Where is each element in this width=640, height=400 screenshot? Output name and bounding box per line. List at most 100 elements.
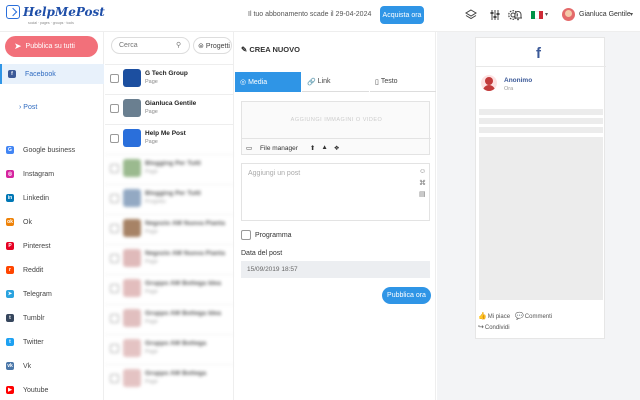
template-icon[interactable]: ▤ [419, 190, 426, 198]
sidebar-item-instagram[interactable]: ◎ Instagram [0, 164, 104, 184]
facebook-icon: f [536, 45, 541, 62]
publish-now-button[interactable]: Pubblica ora [382, 287, 431, 304]
page-checkbox[interactable] [110, 74, 119, 83]
tumblr-icon: t [6, 314, 14, 322]
page-type: Page [145, 229, 158, 235]
italy-flag-icon[interactable] [531, 11, 543, 19]
ok-icon: ok [6, 218, 14, 226]
page-list-item[interactable]: Gruppo AM Bottega Page [105, 364, 234, 392]
page-checkbox[interactable] [110, 104, 119, 113]
media-drop-text: AGGIUNGI IMMAGINI O VIDEO [290, 117, 383, 123]
publish-all-button[interactable]: ➤ Pubblica su tutti [5, 36, 98, 57]
comment-label: Commenti [524, 314, 553, 320]
sidebar-item-label: Google business [23, 146, 76, 154]
buy-now-button[interactable]: Acquista ora [380, 6, 424, 24]
sidebar-item-label: Telegram [23, 290, 52, 298]
schedule-label: Programma [255, 232, 292, 239]
page-name: Gianluca Gentile [145, 100, 197, 107]
sidebar-subitem-post[interactable]: › Post [19, 104, 37, 111]
preview-text-line [479, 109, 603, 115]
page-thumbnail [123, 249, 141, 267]
page-checkbox[interactable] [110, 134, 119, 143]
page-checkbox[interactable] [110, 374, 119, 383]
tab-testo[interactable]: ▯ Testo [370, 72, 436, 92]
user-name[interactable]: Gianluca Gentile [579, 11, 631, 18]
user-avatar[interactable] [562, 8, 575, 21]
page-list-item[interactable]: G Tech Group Page [105, 64, 234, 92]
preview-image-placeholder [479, 137, 603, 300]
user-chevron-down-icon[interactable]: ▾ [630, 11, 633, 18]
page-name: Gruppo AM Bottega [145, 370, 207, 377]
sidebar-item-ok[interactable]: ok Ok [0, 212, 104, 232]
sidebar-item-pinterest[interactable]: P Pinterest [0, 236, 104, 256]
sidebar-item-facebook[interactable]: f Facebook [0, 64, 104, 84]
date-field[interactable] [241, 261, 430, 278]
media-upload-box[interactable]: AGGIUNGI IMMAGINI O VIDEO ▭ File manager… [241, 101, 431, 155]
page-thumbnail [123, 69, 141, 87]
page-list-item[interactable]: Negozio AM Nuova Pianta Page [105, 244, 234, 272]
preview-time: Ora [504, 86, 514, 92]
page-list-item[interactable]: Help Me Post Page [105, 124, 234, 152]
page-checkbox[interactable] [110, 344, 119, 353]
page-thumbnail [123, 129, 141, 147]
page-type: Page [145, 289, 158, 295]
upload-icon[interactable]: ⬆ [310, 144, 315, 152]
page-checkbox[interactable] [110, 164, 119, 173]
language-chevron-down-icon[interactable]: ▾ [545, 11, 548, 18]
logo[interactable]: HelpMePost social · pages · groups · too… [6, 5, 105, 25]
sidebar-item-label: Reddit [23, 266, 44, 274]
tab-testo-label: Testo [380, 78, 398, 85]
dropbox-icon[interactable]: ❖ [334, 144, 340, 152]
sidebar-item-telegram[interactable]: ➤ Telegram [0, 284, 104, 304]
page-list-item[interactable]: Gruppo AM Bottega Idea Page [105, 274, 234, 302]
preview-avatar [481, 75, 497, 91]
schedule-checkbox[interactable] [241, 230, 251, 240]
page-list-item[interactable]: Negozio AM Nuova Pianta Page [105, 214, 234, 242]
hashtag-icon[interactable]: ⌘ [419, 179, 426, 187]
laptop-icon: ▭ [246, 144, 253, 152]
tab-media[interactable]: ◎ Media [235, 72, 301, 92]
bell-icon[interactable] [512, 9, 524, 21]
sidebar-item-youtube[interactable]: ▶ Youtube [0, 380, 104, 400]
preview-author: Anonimo [504, 77, 533, 84]
post-text-area[interactable]: Aggiungi un post ☺ ⌘ ▤ [241, 163, 430, 221]
sidebar-item-label: Twitter [23, 338, 44, 346]
sidebar-item-vk[interactable]: vk Vk [0, 356, 104, 376]
sidebar-item-linkedin[interactable]: in Linkedin [0, 188, 104, 208]
vk-icon: vk [6, 362, 14, 370]
like-label: Mi piace [487, 314, 511, 320]
sidebar-item-google-business[interactable]: G Google business [0, 140, 104, 160]
page-list-item[interactable]: Gianluca Gentile Page [105, 94, 234, 122]
projects-button[interactable]: ⊜ Progetti [193, 37, 232, 54]
layers-icon[interactable] [465, 9, 477, 21]
page-checkbox[interactable] [110, 194, 119, 203]
send-icon: ➤ [14, 41, 22, 51]
page-checkbox[interactable] [110, 224, 119, 233]
search-icon[interactable]: ⚲ [176, 41, 181, 49]
like-icon: 👍 [478, 313, 487, 320]
tab-link[interactable]: 🔗 Link [302, 72, 369, 92]
file-manager-button[interactable]: ▭ File manager [246, 144, 304, 152]
page-list-item[interactable]: Blogging Per Tutti Page [105, 154, 234, 182]
google-drive-icon[interactable]: ▲ [321, 144, 327, 151]
page-checkbox[interactable] [110, 314, 119, 323]
sidebar-item-reddit[interactable]: r Reddit [0, 260, 104, 280]
page-name: Blogging Per Tutti [145, 190, 201, 197]
page-name: Gruppo AM Bottega Idea [145, 280, 221, 287]
camera-icon: ◎ [240, 79, 247, 86]
page-thumbnail [123, 189, 141, 207]
emoji-icon[interactable]: ☺ [419, 168, 426, 175]
page-checkbox[interactable] [110, 254, 119, 263]
tab-media-label: Media [248, 78, 268, 86]
page-list-item[interactable]: Blogging Per Tutti Progetto [105, 184, 234, 212]
page-type: Progetto [145, 199, 166, 205]
page-list-item[interactable]: Gruppo AM Bottega Idea Page [105, 304, 234, 332]
sidebar-item-twitter[interactable]: t Twitter [0, 332, 104, 352]
subscription-message: Il tuo abbonamento scade il 29-04-2024 [248, 11, 372, 18]
sidebar-item-label: Instagram [23, 170, 55, 178]
sidebar-item-tumblr[interactable]: t Tumblr [0, 308, 104, 328]
page-list-item[interactable]: Gruppo AM Bottega Page [105, 334, 234, 362]
top-bar: HelpMePost social · pages · groups · too… [0, 0, 640, 32]
page-checkbox[interactable] [110, 284, 119, 293]
logo-icon [6, 5, 20, 19]
